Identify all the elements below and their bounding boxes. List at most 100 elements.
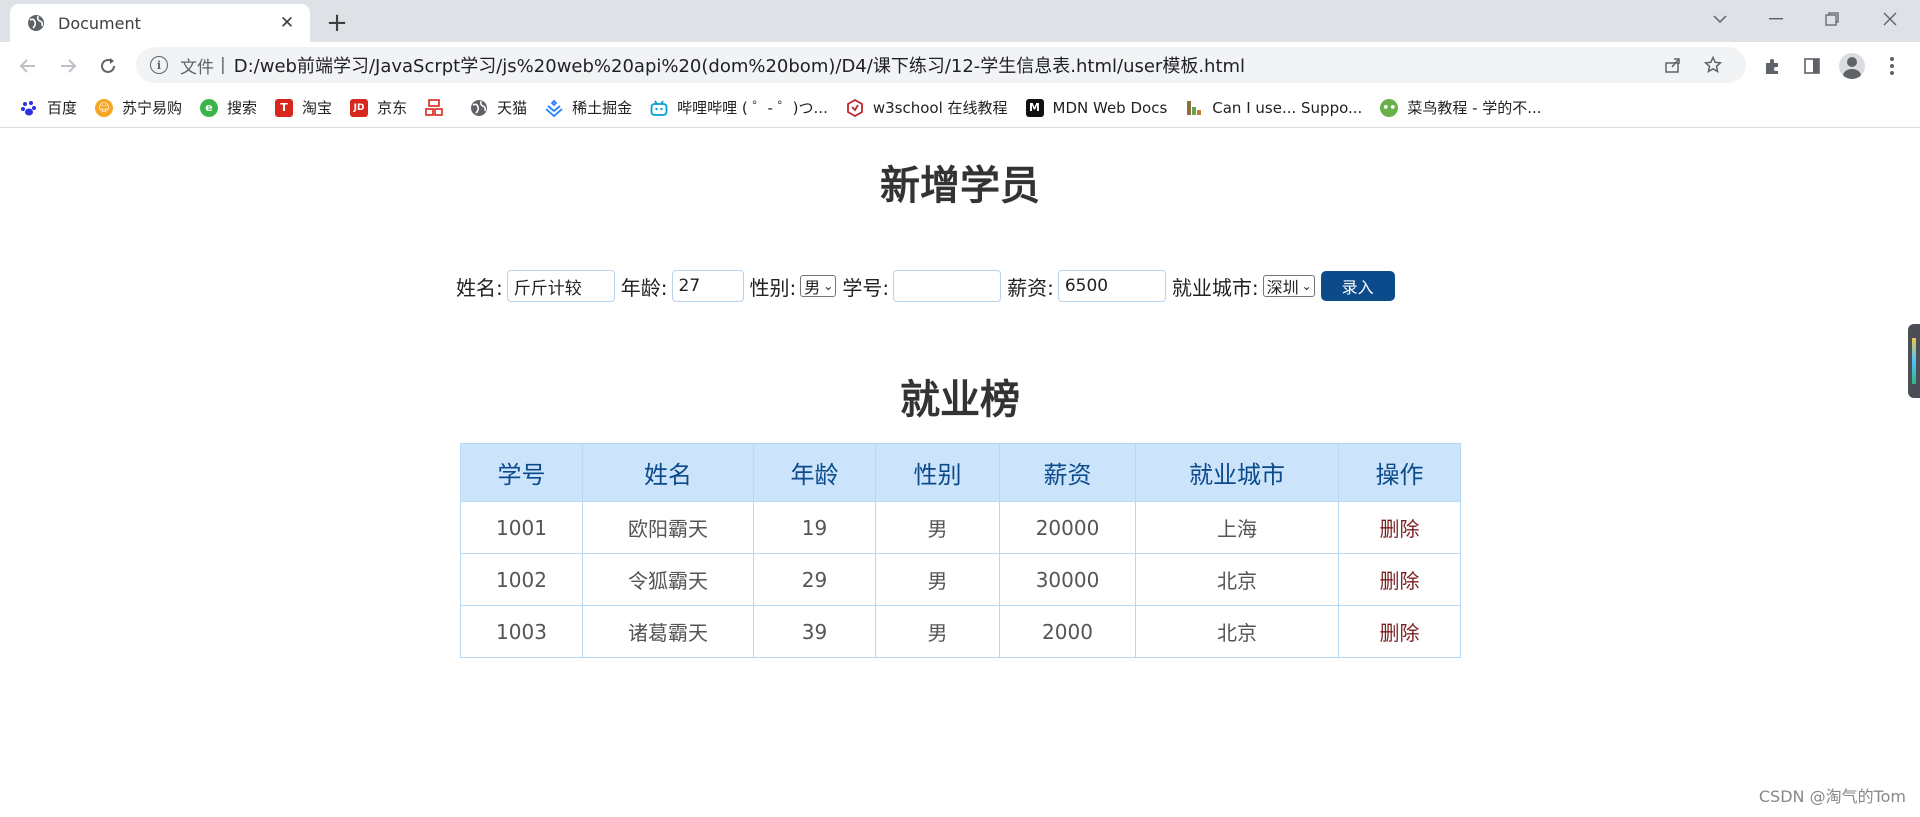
url-text[interactable]: D:/web前端学习/JavaScrpt学习/js%20web%20api%20… [234, 52, 1245, 78]
jd-icon: JD [350, 98, 369, 117]
salary-input[interactable]: 6500 [1057, 270, 1166, 302]
bookmark-mdn[interactable]: M MDN Web Docs [1018, 92, 1178, 124]
bookmark-caniuse[interactable]: Can I use... Suppo... [1177, 92, 1372, 124]
header-name: 姓名 [582, 443, 754, 502]
mdn-icon: M [1025, 98, 1044, 117]
baidu-icon [20, 99, 38, 117]
bookmark-label: 京东 [377, 99, 408, 117]
cell-name: 诸葛霸天 [582, 605, 754, 658]
menu-kebab-icon[interactable] [1876, 50, 1908, 82]
bookmark-label: 稀土掘金 [572, 99, 633, 117]
gender-label: 性别: [749, 275, 797, 300]
caniuse-icon [1185, 99, 1203, 117]
bookmark-baidu[interactable]: 百度 [12, 92, 87, 124]
table-row: 1002 令狐霸天 29 男 30000 北京 删除 [460, 553, 1461, 606]
share-icon[interactable] [1656, 47, 1690, 83]
name-label: 姓名: [456, 275, 503, 300]
url-scheme: 文件 [180, 57, 214, 78]
profile-avatar[interactable] [1836, 50, 1868, 82]
age-label: 年龄: [620, 275, 668, 300]
city-select[interactable]: 深圳 ⌄ [1262, 275, 1315, 297]
cell-city: 北京 [1135, 605, 1339, 658]
page-content: 新增学员 姓名: 斤斤计较 年龄: 27 性别: 男 ⌄ 学号: 薪资: 650… [0, 129, 1920, 817]
table-title: 就业榜 [900, 377, 1020, 423]
forward-icon[interactable] [52, 50, 84, 82]
bookmark-label: MDN Web Docs [1052, 98, 1168, 117]
header-age: 年龄 [753, 443, 876, 502]
cell-city: 上海 [1135, 501, 1339, 554]
avatar [1839, 53, 1865, 79]
juejin-icon [545, 99, 563, 117]
header-action: 操作 [1338, 443, 1461, 502]
bookmark-label: 菜鸟教程 - 学的不... [1407, 99, 1542, 117]
chevron-down-icon: ⌄ [1301, 279, 1312, 293]
student-id-input[interactable] [893, 270, 1002, 302]
back-icon[interactable] [12, 50, 44, 82]
restore-icon[interactable] [1804, 0, 1860, 38]
bookmark-label: 苏宁易购 [122, 99, 183, 117]
bookmark-star-icon[interactable] [1696, 47, 1730, 83]
cell-city: 北京 [1135, 553, 1339, 606]
name-input[interactable]: 斤斤计较 [506, 270, 615, 302]
cell-age: 19 [753, 501, 876, 554]
close-window-icon[interactable] [1862, 0, 1918, 38]
bookmark-tmall[interactable]: 天猫 [462, 92, 537, 124]
bookmark-taobao[interactable]: T 淘宝 [267, 92, 342, 124]
cell-student-id: 1001 [460, 501, 583, 554]
cell-gender: 男 [875, 553, 1000, 606]
delete-link[interactable]: 删除 [1338, 501, 1461, 554]
delete-link[interactable]: 删除 [1338, 605, 1461, 658]
bookmark-label: w3school 在线教程 [872, 99, 1008, 117]
w3school-icon [846, 98, 864, 117]
grid-icon [425, 98, 443, 117]
globe-icon [470, 99, 488, 117]
cell-age: 39 [753, 605, 876, 658]
reload-icon[interactable] [92, 50, 124, 82]
delete-link[interactable]: 删除 [1338, 553, 1461, 606]
new-tab-icon[interactable]: + [322, 8, 352, 38]
header-gender: 性别 [875, 443, 1000, 502]
city-label: 就业城市: [1171, 275, 1259, 300]
age-input[interactable]: 27 [671, 270, 744, 302]
site-info-icon[interactable]: i [150, 56, 168, 74]
address-bar[interactable]: i 文件 | D:/web前端学习/JavaScrpt学习/js%20web%2… [136, 47, 1746, 83]
add-student-form: 姓名: 斤斤计较 年龄: 27 性别: 男 ⌄ 学号: 薪资: 6500 就业城… [456, 269, 1395, 303]
cell-salary: 2000 [999, 605, 1136, 658]
submit-button[interactable]: 录入 [1320, 271, 1395, 301]
page-title: 新增学员 [880, 163, 1040, 209]
cell-name: 令狐霸天 [582, 553, 754, 606]
student-id-label: 学号: [842, 275, 890, 300]
header-city: 就业城市 [1135, 443, 1339, 502]
bookmark-search[interactable]: e 搜索 [192, 92, 267, 124]
cell-student-id: 1003 [460, 605, 583, 658]
bookmark-label: 天猫 [497, 99, 528, 117]
gender-select[interactable]: 男 ⌄ [800, 275, 837, 297]
chevron-down-icon: ⌄ [823, 279, 834, 293]
tab-search-icon[interactable] [1692, 0, 1748, 38]
city-selected: 深圳 [1266, 278, 1299, 297]
bookmark-juejin[interactable]: 稀土掘金 [537, 92, 642, 124]
salary-label: 薪资: [1007, 275, 1054, 300]
taobao-icon: T [275, 98, 294, 117]
bookmark-runoob[interactable]: •• 菜鸟教程 - 学的不... [1372, 92, 1551, 124]
bookmark-label: 哔哩哔哩 ( ゜- ゜)つ... [677, 99, 828, 117]
minimize-icon[interactable] [1748, 0, 1804, 38]
close-tab-icon[interactable]: ✕ [276, 12, 298, 34]
bookmark-bilibili[interactable]: 哔哩哔哩 ( ゜- ゜)つ... [642, 92, 838, 124]
bookmark-label: 淘宝 [302, 99, 333, 117]
bookmark-label: Can I use... Suppo... [1212, 98, 1363, 117]
tab-strip: Document ✕ + [0, 0, 1920, 42]
runoob-icon: •• [1380, 98, 1399, 117]
browser-tab[interactable]: Document ✕ [10, 4, 310, 42]
cell-salary: 30000 [999, 553, 1136, 606]
gender-selected: 男 [804, 278, 821, 297]
bookmark-jd[interactable]: JD 京东 [342, 92, 417, 124]
side-panel-icon[interactable] [1796, 50, 1828, 82]
bookmark-w3school[interactable]: w3school 在线教程 [838, 92, 1018, 124]
bilibili-icon [650, 99, 668, 117]
bookmark-grid[interactable] [417, 92, 462, 124]
bookmark-suning[interactable]: ☺ 苏宁易购 [87, 92, 192, 124]
extensions-icon[interactable] [1756, 50, 1788, 82]
side-extension-widget[interactable] [1908, 324, 1920, 398]
tab-title: Document [58, 13, 141, 33]
